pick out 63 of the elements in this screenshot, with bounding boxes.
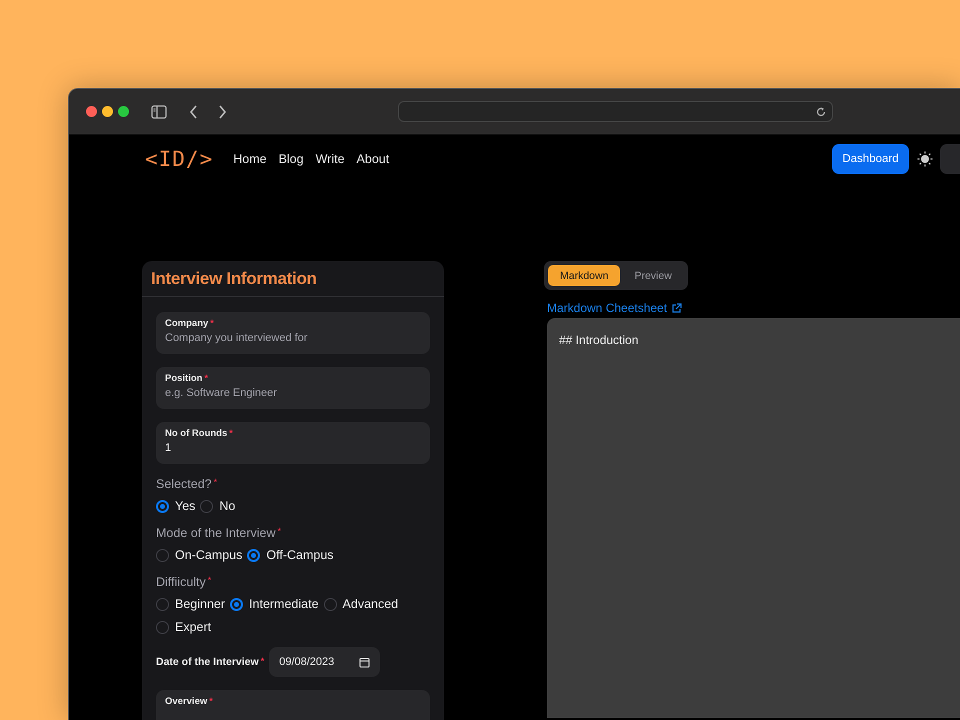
radio-button[interactable] (247, 548, 260, 562)
radio-label: No (219, 499, 236, 513)
radio-label: On-Campus (175, 548, 242, 562)
dashboard-button[interactable]: Dashboard (832, 144, 909, 174)
input-field[interactable]: Overview * (156, 690, 430, 720)
radio-button[interactable] (156, 548, 169, 562)
radio-button[interactable] (156, 620, 169, 634)
required-mark: * (214, 477, 218, 487)
nav-link[interactable]: Blog (278, 152, 304, 166)
radio-label: Intermediate (249, 597, 319, 611)
sidebar-icon[interactable] (151, 104, 167, 118)
radio-button[interactable] (324, 598, 337, 610)
required-mark: * (209, 696, 213, 706)
nav-link[interactable]: About (356, 152, 390, 166)
radio-label: Beginner (175, 597, 226, 611)
maximize-icon[interactable] (118, 106, 129, 117)
external-link-icon[interactable] (671, 302, 682, 314)
view-tab[interactable]: Markdown (548, 265, 620, 286)
field-label: No of Rounds (165, 428, 228, 439)
date-field[interactable]: 09/08/2023 (269, 647, 380, 677)
input-field[interactable]: No of Rounds * 1 (156, 422, 430, 464)
field-label: Position (165, 373, 202, 384)
group-label: Diffiiculty (156, 575, 206, 589)
group-label: Selected? (156, 477, 212, 491)
sun-icon[interactable] (917, 151, 933, 167)
field-label: Company (165, 318, 208, 329)
radio-label: Expert (175, 620, 212, 634)
radio-label: Off-Campus (266, 548, 334, 562)
field-placeholder: e.g. Software Engineer (165, 387, 277, 399)
group-label: Mode of the Interview (156, 526, 276, 540)
date-value: 09/08/2023 (279, 656, 334, 668)
nav-link[interactable]: Home (233, 152, 267, 166)
required-mark: * (204, 373, 208, 383)
required-mark: * (260, 656, 264, 666)
input-field[interactable]: Position * e.g. Software Engineer (156, 367, 430, 409)
markdown-editor[interactable]: ## Introduction (547, 318, 960, 718)
close-icon[interactable] (86, 106, 97, 117)
nav-link[interactable]: Write (316, 152, 345, 166)
required-mark: * (208, 575, 212, 585)
radio-button[interactable] (230, 598, 244, 610)
radio-button[interactable] (200, 500, 214, 512)
editor-text: ## Introduction (559, 333, 638, 347)
site-logo[interactable]: <ID/> (145, 147, 214, 171)
radio-button[interactable] (156, 598, 169, 610)
forward-icon[interactable] (218, 104, 227, 118)
radio-label: Yes (175, 499, 196, 513)
input-field[interactable]: Company * Company you interviewed for (156, 312, 430, 354)
reload-icon[interactable] (816, 106, 826, 116)
calendar-icon[interactable] (359, 656, 370, 668)
field-label: Date of the Interview (156, 656, 259, 668)
cheatsheet-link[interactable]: Markdown Cheetsheet (547, 301, 668, 315)
field-placeholder: Company you interviewed for (165, 332, 308, 344)
view-tab[interactable]: Preview (622, 265, 684, 286)
required-mark: * (210, 318, 214, 328)
minimize-icon[interactable] (102, 106, 113, 117)
radio-label: Advanced (342, 597, 398, 611)
form-title: Interview Information (151, 268, 317, 288)
required-mark: * (278, 526, 282, 536)
field-value: 1 (165, 442, 172, 454)
radio-button[interactable] (156, 500, 169, 512)
back-icon[interactable] (189, 104, 198, 118)
required-mark: * (229, 428, 233, 438)
field-label: Overview (165, 696, 208, 707)
